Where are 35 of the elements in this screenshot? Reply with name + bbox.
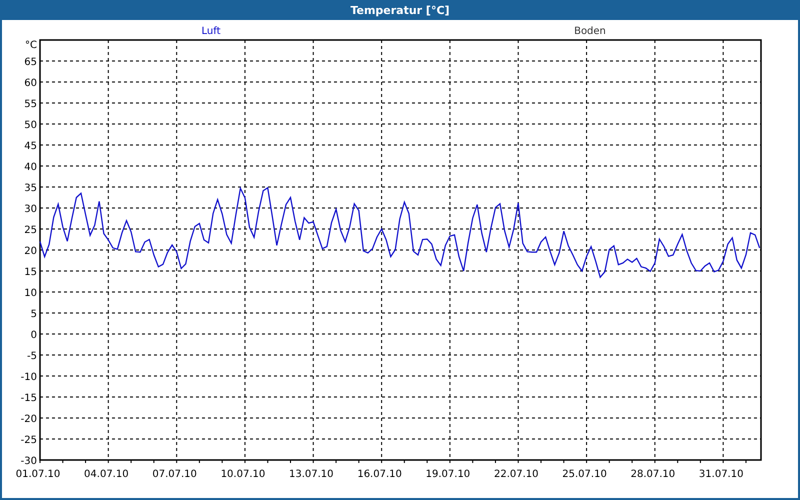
y-tick-label: 15 bbox=[24, 267, 37, 278]
y-tick-label: 20 bbox=[24, 246, 37, 257]
x-tick-label: 19.07.10 bbox=[426, 469, 470, 480]
x-tick-label: 10.07.10 bbox=[220, 469, 266, 480]
x-tick-label: 31.07.10 bbox=[698, 469, 744, 480]
y-axis-unit: °C bbox=[25, 40, 37, 51]
series-caption: Luft bbox=[202, 26, 220, 37]
y-tick-label: 60 bbox=[24, 78, 37, 89]
x-tick-label: 13.07.10 bbox=[289, 469, 334, 480]
y-tick-label: 5 bbox=[30, 309, 37, 320]
series-caption: Boden bbox=[574, 26, 606, 37]
y-tick-label: 35 bbox=[24, 183, 37, 194]
window-title: Temperatur [°C] bbox=[350, 4, 450, 16]
x-tick-label: 04.07.10 bbox=[84, 469, 129, 480]
y-tick-label: 45 bbox=[24, 141, 37, 152]
y-tick-label: -25 bbox=[20, 435, 37, 446]
y-tick-label: 55 bbox=[24, 99, 37, 110]
y-tick-label: -5 bbox=[27, 351, 37, 362]
y-tick-label: 40 bbox=[24, 162, 37, 173]
y-tick-label: 25 bbox=[24, 225, 37, 236]
y-tick-label: 10 bbox=[24, 288, 37, 299]
y-tick-label: 0 bbox=[30, 330, 37, 341]
y-tick-label: -30 bbox=[20, 456, 37, 467]
x-tick-label: 07.07.10 bbox=[152, 469, 197, 480]
y-tick-label: -10 bbox=[20, 372, 37, 383]
y-tick-label: 65 bbox=[24, 57, 37, 68]
y-tick-label: 50 bbox=[24, 120, 37, 131]
y-tick-label: -15 bbox=[20, 393, 37, 404]
x-tick-label: 16.07.10 bbox=[357, 469, 402, 480]
y-tick-label: 30 bbox=[24, 204, 37, 215]
y-tick-label: -20 bbox=[20, 414, 37, 425]
x-tick-label: 25.07.10 bbox=[562, 469, 607, 480]
x-tick-label: 22.07.10 bbox=[494, 469, 538, 480]
x-tick-label: 01.07.10 bbox=[16, 469, 60, 480]
x-tick-label: 28.07.10 bbox=[630, 469, 676, 480]
